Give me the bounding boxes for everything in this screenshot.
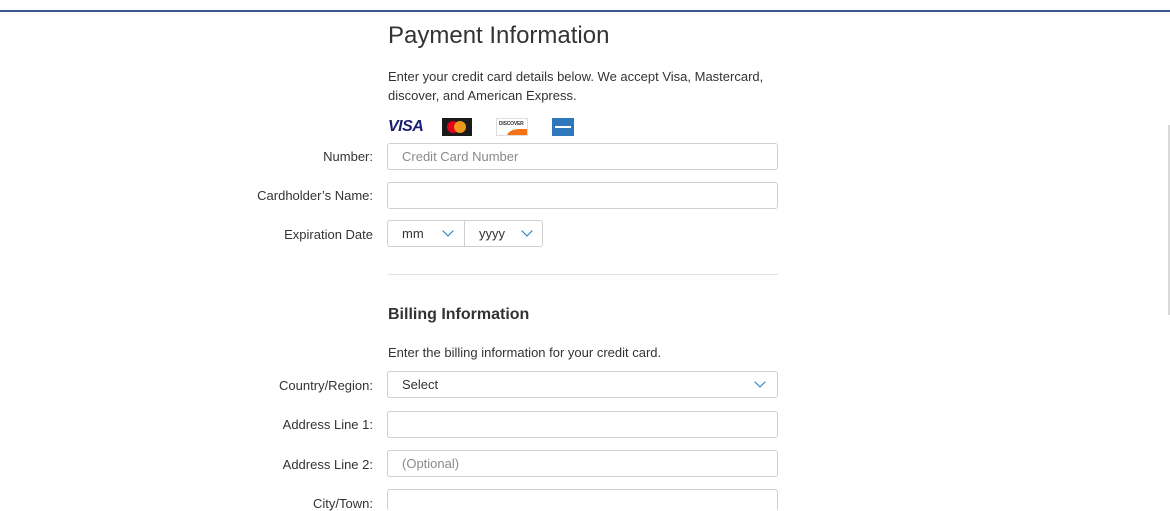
card-number-field-wrapper [387, 143, 778, 170]
visa-icon: VISA [388, 118, 424, 135]
section-divider [388, 274, 778, 275]
expiration-year-value: yyyy [479, 226, 505, 241]
discover-icon: DISCOVER [496, 118, 528, 136]
address-line-1-label: Address Line 1: [282, 417, 373, 432]
address-line-2-field-wrapper [387, 450, 778, 477]
payment-section-title: Payment Information [388, 22, 610, 49]
country-region-value: Select [402, 377, 439, 392]
cardholder-name-field-wrapper [387, 182, 778, 209]
expiration-month-select[interactable]: mm [387, 220, 465, 247]
number-label: Number: [323, 149, 373, 164]
city-town-label: City/Town: [313, 496, 373, 511]
accepted-cards: VISA DISCOVER [388, 117, 574, 137]
expiration-month-value: mm [402, 226, 424, 241]
address-line-2-input[interactable] [388, 451, 777, 476]
expiration-date-label: Expiration Date [284, 227, 373, 242]
chevron-down-icon [521, 225, 533, 237]
card-number-input[interactable] [388, 144, 777, 169]
top-rule [0, 10, 1170, 12]
address-line-1-input[interactable] [388, 412, 777, 437]
country-region-label: Country/Region: [279, 378, 373, 393]
cardholder-name-input[interactable] [388, 183, 777, 208]
address-line-2-label: Address Line 2: [282, 457, 373, 472]
payment-description: Enter your credit card details below. We… [388, 69, 764, 103]
billing-description: Enter the billing information for your c… [388, 345, 662, 360]
billing-section-title: Billing Information [388, 306, 530, 323]
expiration-year-select[interactable]: yyyy [464, 220, 543, 247]
chevron-down-icon [754, 376, 766, 388]
mastercard-icon [442, 118, 472, 136]
chevron-down-icon [442, 225, 454, 237]
address-line-1-field-wrapper [387, 411, 778, 438]
amex-icon [552, 118, 574, 136]
country-region-select[interactable]: Select [387, 371, 778, 398]
city-town-field-wrapper [387, 489, 778, 510]
cardholder-name-label: Cardholder’s Name: [257, 188, 373, 203]
city-town-input[interactable] [388, 490, 777, 510]
